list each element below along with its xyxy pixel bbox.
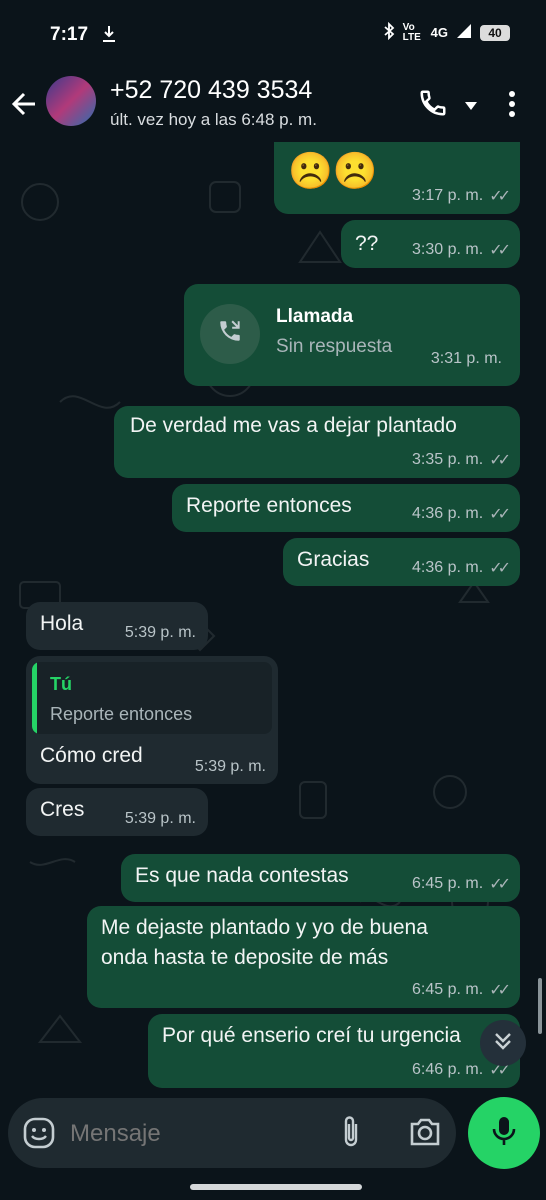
read-receipt-icon: ✓✓ [489,982,511,999]
message-time: 4:36 p. m. [412,505,484,522]
message-text: De verdad me vas a dejar plantado [130,414,457,437]
message-out[interactable]: ?? 3:30 p. m. ✓✓ [341,220,520,268]
phone-icon[interactable] [418,88,448,123]
attach-icon[interactable] [340,1114,362,1155]
message-out[interactable]: Reporte entonces 4:36 p. m. ✓✓ [172,484,520,532]
back-arrow-icon[interactable] [10,90,38,123]
quote-accent-bar [32,662,37,734]
message-time: 5:39 p. m. [194,758,266,775]
call-title: Llamada [276,306,354,327]
signal-icon [456,23,472,42]
volte-indicator: Vo LTE [402,21,421,43]
scrollbar[interactable] [538,978,542,1034]
chat-area[interactable]: ☹️☹️ 3:17 p. m. ✓✓ ?? 3:30 p. m. ✓✓ Llamad… [0,142,546,1098]
message-text-line-2: onda hasta te deposite de más [101,946,389,969]
call-message[interactable]: Llamada Sin respuesta 3:31 p. m. [184,284,520,386]
message-text: Cres [40,798,85,821]
system-nav-bar [0,1170,546,1200]
mic-button[interactable] [468,1097,540,1169]
message-out[interactable]: Me dejaste plantado y yo de buena onda h… [87,906,520,1008]
mic-icon [491,1115,517,1152]
more-vert-icon[interactable] [508,90,516,123]
message-out[interactable]: De verdad me vas a dejar plantado 3:35 p… [114,406,520,478]
message-input-bar [8,1098,456,1168]
read-receipt-icon: ✓✓ [489,452,511,469]
read-receipt-icon: ✓✓ [489,242,511,259]
download-icon [102,25,116,48]
message-time: 6:45 p. m. [412,875,484,892]
message-time: 6:46 p. m. [412,1061,484,1078]
message-time: 3:35 p. m. [412,451,484,468]
message-out[interactable]: Gracias 4:36 p. m. ✓✓ [283,538,520,586]
quote-author: Tú [50,674,72,694]
message-text: Es que nada contestas [135,864,349,887]
message-text: ?? [355,232,379,255]
message-time: 6:45 p. m. [412,981,484,998]
quoted-message[interactable]: Tú Reporte entonces [32,662,272,734]
status-time: 7:17 [50,24,89,45]
message-text: Cómo cred [40,744,143,767]
message-time: 5:39 p. m. [124,810,196,827]
quote-text: Reporte entonces [50,704,193,724]
scroll-to-bottom-button[interactable] [480,1020,526,1066]
camera-icon[interactable] [408,1116,442,1153]
message-out[interactable]: ☹️☹️ 3:17 p. m. ✓✓ [274,142,520,214]
message-text: Por qué enserio creí tu urgencia [162,1024,461,1047]
home-gesture-pill[interactable] [190,1184,362,1190]
message-text-line-1: Me dejaste plantado y yo de buena [101,916,428,939]
message-input[interactable] [68,1116,322,1152]
last-seen[interactable]: últ. vez hoy a las 6:48 p. m. [110,110,317,130]
contact-name[interactable]: +52 720 439 3534 [110,76,312,105]
message-time: 5:39 p. m. [124,624,196,641]
emoji-sticker-icon[interactable] [22,1116,56,1155]
missed-call-icon-wrap [200,304,260,364]
message-text: ☹️☹️ [288,150,378,191]
message-time: 3:30 p. m. [412,241,484,258]
read-receipt-icon: ✓✓ [489,560,511,577]
missed-call-icon [217,318,243,350]
read-receipt-icon: ✓✓ [489,506,511,523]
message-out[interactable]: Por qué enserio creí tu urgencia 6:46 p.… [148,1014,520,1088]
message-time: 4:36 p. m. [412,559,484,576]
message-in[interactable]: Tú Reporte entonces Cómo cred 5:39 p. m. [26,656,278,784]
double-chevron-down-icon [492,1030,514,1057]
chat-header: +52 720 439 3534 últ. vez hoy a las 6:48… [0,70,546,142]
message-time: 3:31 p. m. [430,350,502,367]
read-receipt-icon: ✓✓ [489,188,511,205]
message-in[interactable]: Hola 5:39 p. m. [26,602,208,650]
message-text: Hola [40,612,84,635]
avatar[interactable] [46,76,96,126]
bluetooth-icon [383,21,395,43]
read-receipt-icon: ✓✓ [489,876,511,893]
message-in[interactable]: Cres 5:39 p. m. [26,788,208,836]
message-out[interactable]: Es que nada contestas 6:45 p. m. ✓✓ [121,854,520,902]
message-time: 3:17 p. m. [412,187,484,204]
battery-indicator: 40 [480,24,510,41]
network-indicator: 4G [430,25,448,40]
message-text: Gracias [297,548,370,571]
message-text: Reporte entonces [186,494,352,517]
status-bar: 7:17 Vo LTE 4G 40 [0,0,546,70]
dropdown-icon[interactable] [464,98,478,116]
call-status: Sin respuesta [276,336,393,357]
